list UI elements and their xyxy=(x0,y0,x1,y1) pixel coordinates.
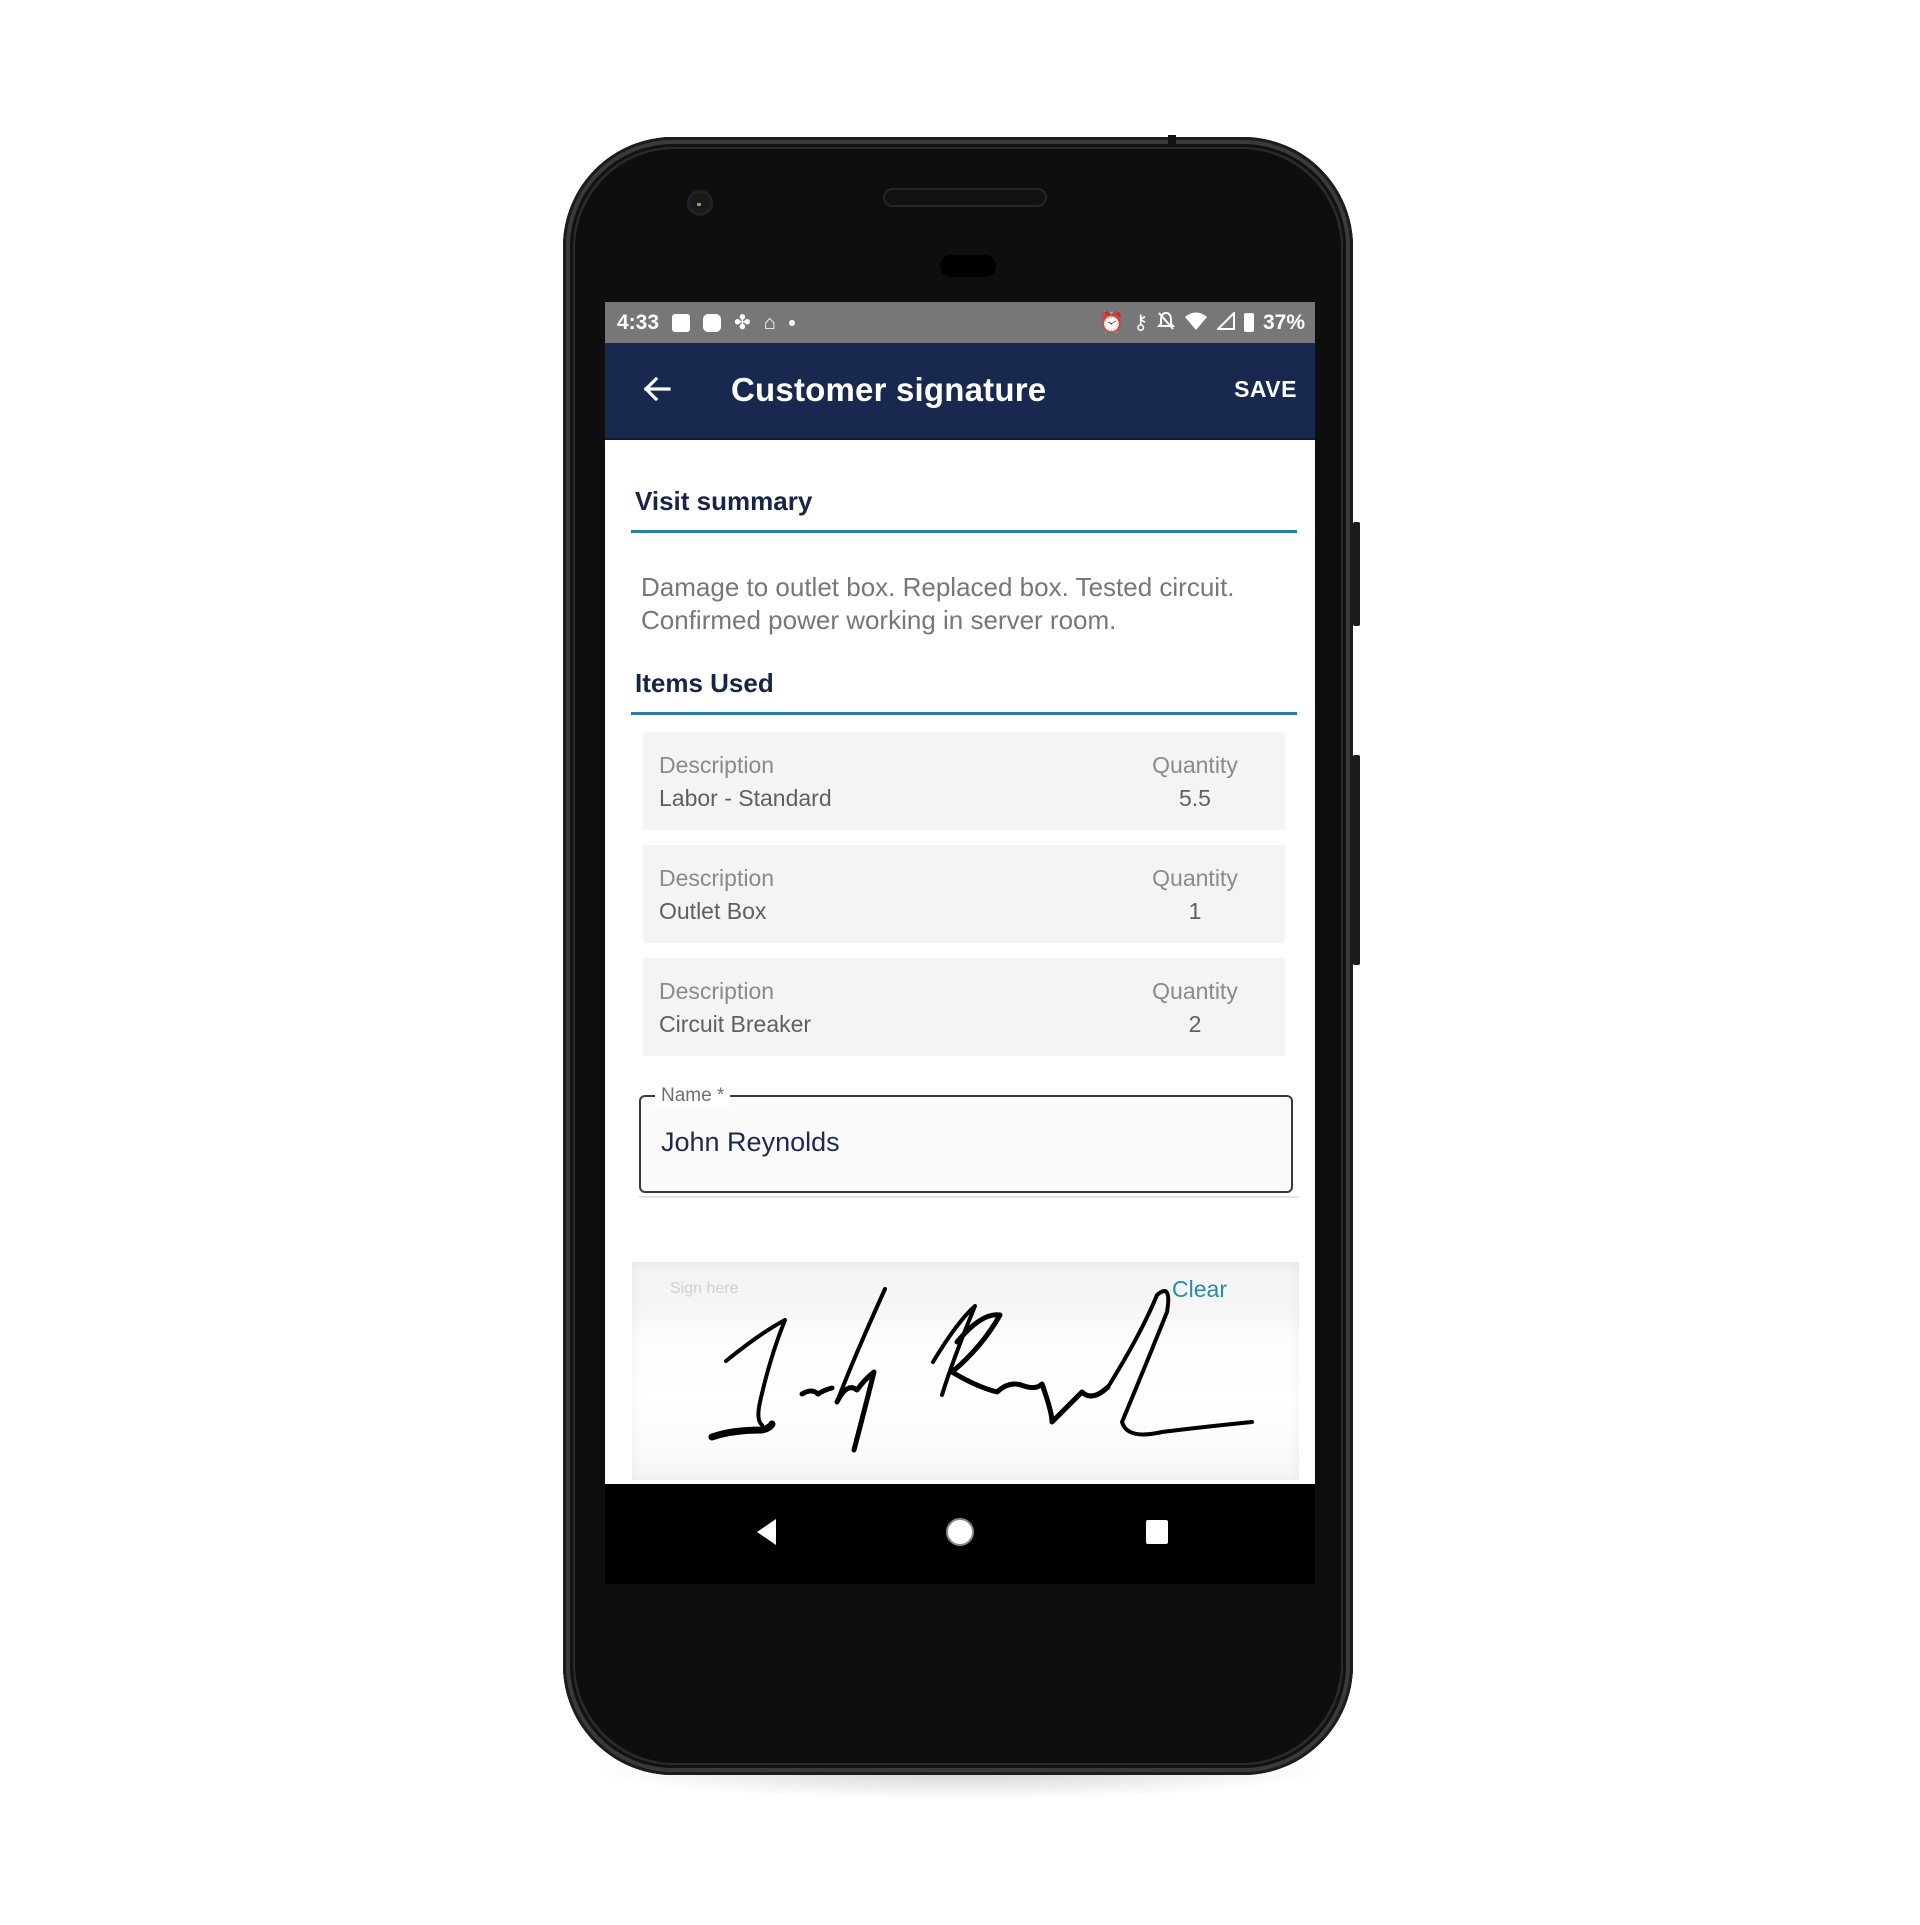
quantity-label: Quantity xyxy=(1152,865,1238,891)
image-notification-icon xyxy=(672,313,691,332)
phone-screen: 4:33 ✤ ⌂ ⏰ ⚷ 37% Customer signature SAVE… xyxy=(605,302,1315,1584)
description-label: Description xyxy=(659,865,775,891)
antenna-line xyxy=(1168,135,1176,145)
content-area: Visit summary Damage to outlet box. Repl… xyxy=(605,440,1315,1484)
nav-back-icon xyxy=(757,1519,776,1545)
back-button[interactable] xyxy=(635,367,679,411)
items-used-divider xyxy=(631,712,1297,715)
vpn-key-icon: ⚷ xyxy=(1133,311,1148,334)
more-dot-icon xyxy=(788,319,795,326)
battery-icon xyxy=(1243,313,1254,332)
status-time: 4:33 xyxy=(617,310,660,334)
arrow-back-icon xyxy=(643,376,671,402)
signature-strokes xyxy=(708,1287,1254,1453)
nav-home-icon xyxy=(946,1518,974,1546)
item-quantity: 2 xyxy=(1188,1011,1202,1037)
nav-recents-icon xyxy=(1146,1520,1168,1544)
pinwheel-notification-icon: ✤ xyxy=(734,311,751,334)
name-field[interactable]: Name * xyxy=(639,1085,1293,1193)
quantity-label: Quantity xyxy=(1152,978,1238,1004)
volume-button xyxy=(1353,755,1360,965)
nav-recents-button[interactable] xyxy=(1137,1512,1177,1552)
app-bar: Customer signature SAVE xyxy=(605,343,1315,440)
item-quantity: 1 xyxy=(1188,898,1202,924)
wifi-icon xyxy=(1184,311,1208,335)
save-button[interactable]: SAVE xyxy=(1234,376,1297,403)
earpiece-speaker xyxy=(885,190,1045,205)
nav-back-button[interactable] xyxy=(747,1512,787,1552)
item-quantity: 5.5 xyxy=(1179,785,1211,811)
item-row[interactable]: Description Outlet Box Quantity 1 xyxy=(643,845,1285,943)
status-bar: 4:33 ✤ ⌂ ⏰ ⚷ 37% xyxy=(605,302,1315,343)
item-row[interactable]: Description Circuit Breaker Quantity 2 xyxy=(643,958,1285,1056)
proximity-sensor xyxy=(940,255,996,277)
home-notification-icon: ⌂ xyxy=(763,311,776,334)
visit-summary-divider xyxy=(631,530,1297,533)
front-camera-icon xyxy=(690,193,710,213)
item-description: Circuit Breaker xyxy=(659,1011,812,1037)
signature-stroke xyxy=(799,1385,835,1397)
visit-summary-text: Damage to outlet box. Replaced box. Test… xyxy=(641,572,1235,635)
system-nav-bar xyxy=(605,1484,1315,1584)
message-notification-icon xyxy=(703,313,722,332)
name-input[interactable] xyxy=(661,1127,1261,1158)
item-description: Outlet Box xyxy=(659,898,767,924)
signature-pad[interactable]: Sign here Clear xyxy=(632,1262,1299,1480)
quantity-label: Quantity xyxy=(1152,752,1238,778)
alarm-icon: ⏰ xyxy=(1099,311,1125,334)
name-field-label: Name * xyxy=(655,1085,731,1107)
description-label: Description xyxy=(659,978,775,1004)
power-button xyxy=(1353,522,1360,626)
page-title: Customer signature xyxy=(731,371,1047,408)
battery-percent: 37% xyxy=(1262,310,1305,334)
signature-stroke xyxy=(724,1318,787,1427)
item-row[interactable]: Description Labor - Standard Quantity 5.… xyxy=(643,732,1285,830)
status-left: 4:33 ✤ ⌂ xyxy=(617,302,795,343)
status-right: ⏰ ⚷ 37% xyxy=(1099,302,1305,343)
signature-stroke xyxy=(1106,1289,1254,1437)
items-used-heading: Items Used xyxy=(635,668,774,698)
cellular-signal-icon xyxy=(1215,310,1235,334)
visit-summary-heading: Visit summary xyxy=(635,486,813,516)
nav-home-button[interactable] xyxy=(940,1512,980,1552)
notifications-off-icon xyxy=(1156,311,1176,335)
description-label: Description xyxy=(659,752,775,778)
signature-stroke xyxy=(949,1312,1111,1425)
name-field-underline xyxy=(639,1196,1299,1198)
item-description: Labor - Standard xyxy=(659,785,832,811)
